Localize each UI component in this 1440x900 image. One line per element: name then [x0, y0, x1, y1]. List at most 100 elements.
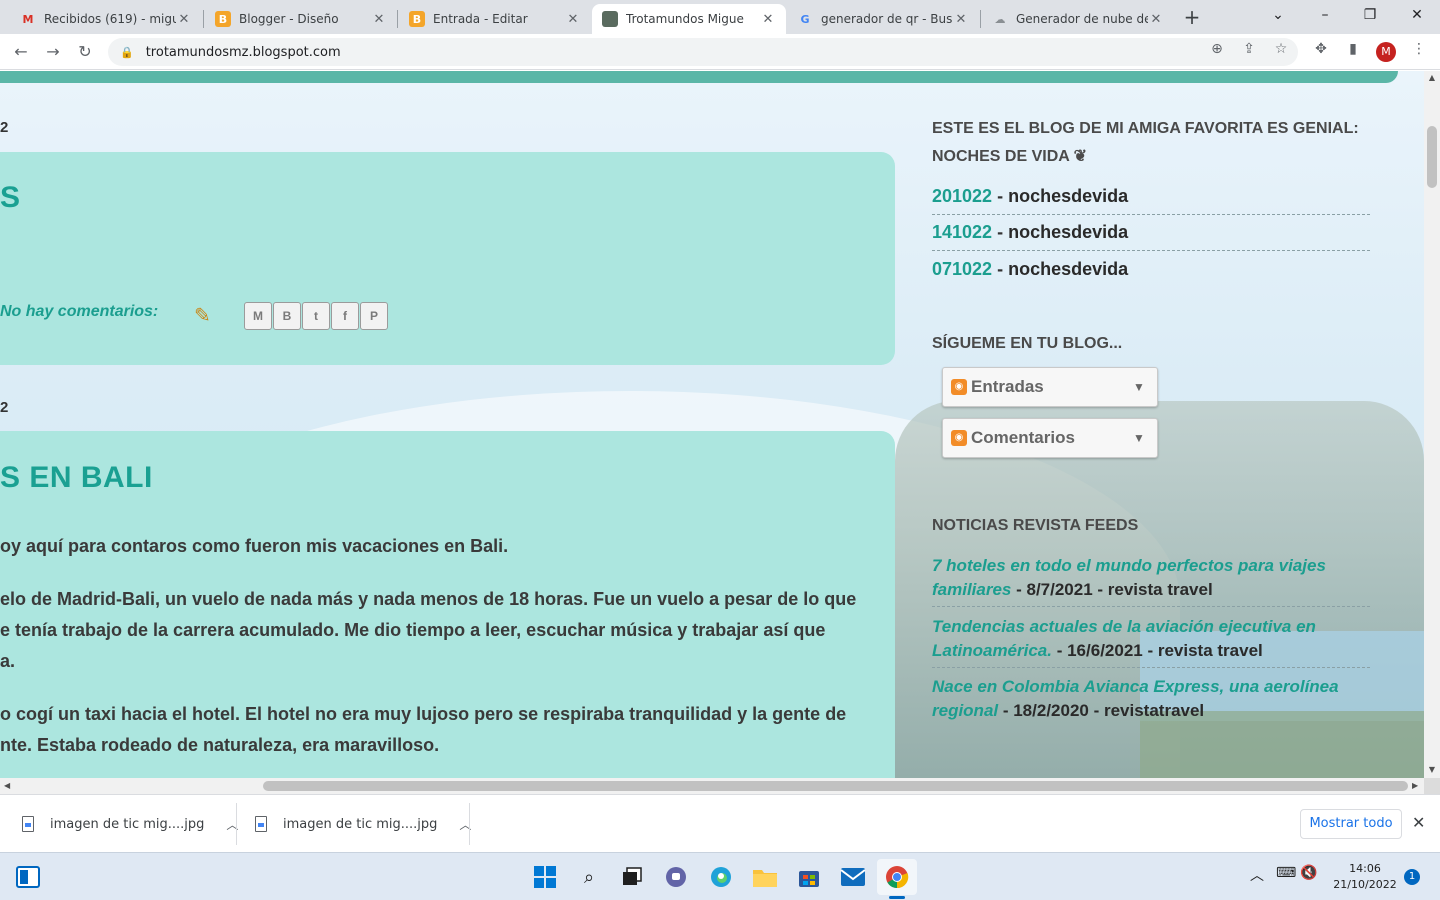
menu-icon[interactable]: ⋮ — [1410, 40, 1428, 58]
post-paragraph: o cogí un taxi hacia el hotel. El hotel … — [0, 704, 847, 724]
tab-google-search[interactable]: G generador de qr - Busca ✕ — [787, 4, 979, 34]
network-icon[interactable]: ⌨ — [1276, 865, 1296, 881]
download-item[interactable]: imagen de tic mig....jpg ︿ — [255, 803, 471, 845]
search-icon[interactable]: ⌕ — [575, 863, 603, 891]
edit-pencil-icon[interactable]: ✎ — [194, 303, 218, 327]
restore-icon[interactable]: ❐ — [1358, 4, 1382, 28]
tab-divider — [980, 10, 981, 28]
file-explorer-icon[interactable] — [751, 863, 779, 891]
news-title-link[interactable]: 7 hoteles en todo el mundo perfectos par… — [932, 554, 1370, 578]
tab-blogger-diseno[interactable]: B Blogger - Diseño ✕ — [205, 4, 397, 34]
bookmark-star-icon[interactable]: ☆ — [1272, 40, 1290, 58]
twitter-share-icon[interactable]: t — [302, 302, 330, 330]
share-icon[interactable]: ⇪ — [1240, 40, 1258, 58]
page-viewport: 2 S No hay comentarios: ✎ M B t f P 2 S … — [0, 71, 1424, 778]
close-icon[interactable]: ✕ — [1412, 813, 1425, 832]
store-icon[interactable] — [795, 863, 823, 891]
volume-muted-icon[interactable]: 🔇 — [1300, 865, 1317, 881]
post-title[interactable]: S — [0, 181, 21, 215]
email-share-icon[interactable]: M — [244, 302, 272, 330]
news-item: Tendencias actuales de la aviación ejecu… — [932, 615, 1370, 668]
news-title-link[interactable]: familiares — [932, 580, 1011, 599]
news-item: Nace en Colombia Avianca Express, una ae… — [932, 675, 1370, 727]
forward-icon[interactable]: → — [42, 41, 64, 63]
horizontal-scrollbar[interactable]: ◀ ▶ — [0, 778, 1424, 794]
post-title[interactable]: S EN BALI — [0, 461, 153, 495]
scroll-left-icon[interactable]: ◀ — [4, 778, 10, 794]
facebook-share-icon[interactable]: f — [331, 302, 359, 330]
news-heading: NOTICIAS REVISTA FEEDS — [932, 517, 1139, 534]
scroll-thumb[interactable] — [1427, 126, 1437, 188]
side-panel-icon[interactable]: ▮ — [1344, 40, 1362, 58]
bloglist-post-link[interactable]: 201022 — [932, 186, 992, 207]
rss-icon: ◉ — [951, 430, 967, 446]
download-item[interactable]: imagen de tic mig....jpg ︿ — [22, 803, 238, 845]
mail-icon[interactable] — [839, 863, 867, 891]
notification-badge[interactable]: 1 — [1404, 869, 1420, 885]
bloglist-item[interactable]: 071022 - nochesdevida — [932, 251, 1370, 287]
profile-avatar[interactable]: M — [1376, 42, 1396, 62]
scroll-right-icon[interactable]: ▶ — [1412, 778, 1418, 794]
tab-title: Recibidos (619) - miguel — [44, 12, 176, 26]
bloglist-post-link[interactable]: 141022 — [932, 222, 992, 243]
tab-trotamundos[interactable]: Trotamundos Migue ✕ — [592, 4, 786, 34]
post-paragraph: e tenía trabajo de la carrera acumulado.… — [0, 620, 826, 640]
close-icon[interactable]: ✕ — [565, 12, 581, 27]
extensions-icon[interactable]: ✥ — [1312, 40, 1330, 58]
bloglist-blog-name: nochesdevida — [1008, 222, 1129, 242]
bloglist-heading: ESTE ES EL BLOG DE MI AMIGA FAVORITA ES … — [932, 115, 1362, 171]
scroll-down-icon[interactable]: ▼ — [1424, 765, 1440, 774]
header-bar — [0, 71, 1398, 83]
close-icon[interactable]: ✕ — [1148, 12, 1164, 27]
close-icon[interactable]: ✕ — [760, 12, 776, 27]
tab-title: Entrada - Editar — [433, 12, 528, 26]
zoom-icon[interactable]: ⊕ — [1208, 40, 1226, 58]
address-bar[interactable]: 🔒 trotamundosmz.blogspot.com — [108, 38, 1298, 66]
bloglist-post-link[interactable]: 071022 — [932, 259, 992, 280]
news-title-link[interactable]: Latinoamérica. — [932, 641, 1052, 660]
start-icon[interactable] — [531, 863, 559, 891]
download-filename: imagen de tic mig....jpg — [50, 816, 205, 832]
post-paragraph: a. — [0, 651, 16, 671]
system-clock[interactable]: 14:06 21/10/2022 — [1330, 861, 1400, 893]
bloglist-item[interactable]: 141022 - nochesdevida — [932, 215, 1370, 251]
tray-overflow-icon[interactable]: ︿ — [1250, 865, 1264, 885]
task-view-icon[interactable] — [618, 863, 646, 891]
feed-label: Comentarios — [971, 428, 1075, 447]
reload-icon[interactable]: ↻ — [74, 41, 96, 63]
close-icon[interactable]: ✕ — [371, 12, 387, 27]
pinterest-share-icon[interactable]: P — [360, 302, 388, 330]
close-icon[interactable]: ✕ — [176, 12, 192, 27]
feed-comentarios-dropdown[interactable]: ◉ Comentarios ▼ — [942, 418, 1158, 458]
windows-taskbar: ⌕ ︿ ⌨ 🔇 14:06 21/10/2022 1 — [0, 852, 1440, 900]
window-close-icon[interactable]: ✕ — [1405, 4, 1429, 28]
teams-chat-icon[interactable] — [662, 863, 690, 891]
tab-search-icon[interactable]: ⌄ — [1266, 4, 1290, 28]
news-item: 7 hoteles en todo el mundo perfectos par… — [932, 554, 1370, 607]
news-title-link[interactable]: regional — [932, 701, 998, 720]
edge-icon[interactable] — [707, 863, 735, 891]
comments-link[interactable]: No hay comentarios: — [0, 303, 158, 321]
divider — [469, 803, 470, 845]
tab-word-cloud[interactable]: ☁ Generador de nube de p ✕ — [982, 4, 1174, 34]
tab-gmail[interactable]: M Recibidos (619) - miguel ✕ — [10, 4, 202, 34]
news-title-link[interactable]: Nace en Colombia Avianca Express, una ae… — [932, 675, 1370, 699]
minimize-icon[interactable]: – — [1313, 4, 1337, 28]
cloud-icon: ☁ — [994, 12, 1006, 26]
chrome-icon[interactable] — [883, 863, 911, 891]
tab-title: generador de qr - Busca — [821, 12, 953, 26]
back-icon[interactable]: ← — [10, 41, 32, 63]
show-all-button[interactable]: Mostrar todo — [1300, 809, 1402, 839]
vertical-scrollbar[interactable]: ▲ ▼ — [1424, 71, 1440, 778]
close-icon[interactable]: ✕ — [953, 12, 969, 27]
scroll-thumb[interactable] — [263, 781, 1408, 791]
tab-entrada-editar[interactable]: B Entrada - Editar ✕ — [399, 4, 591, 34]
new-tab-button[interactable]: + — [1180, 6, 1204, 30]
feed-entradas-dropdown[interactable]: ◉ Entradas ▼ — [942, 367, 1158, 407]
news-title-link[interactable]: Tendencias actuales de la aviación ejecu… — [932, 615, 1370, 639]
bloglist-item[interactable]: 201022 - nochesdevida — [932, 179, 1370, 215]
widgets-icon[interactable] — [14, 863, 42, 891]
scroll-up-icon[interactable]: ▲ — [1424, 73, 1440, 82]
blogthis-share-icon[interactable]: B — [273, 302, 301, 330]
image-file-icon — [255, 816, 267, 832]
